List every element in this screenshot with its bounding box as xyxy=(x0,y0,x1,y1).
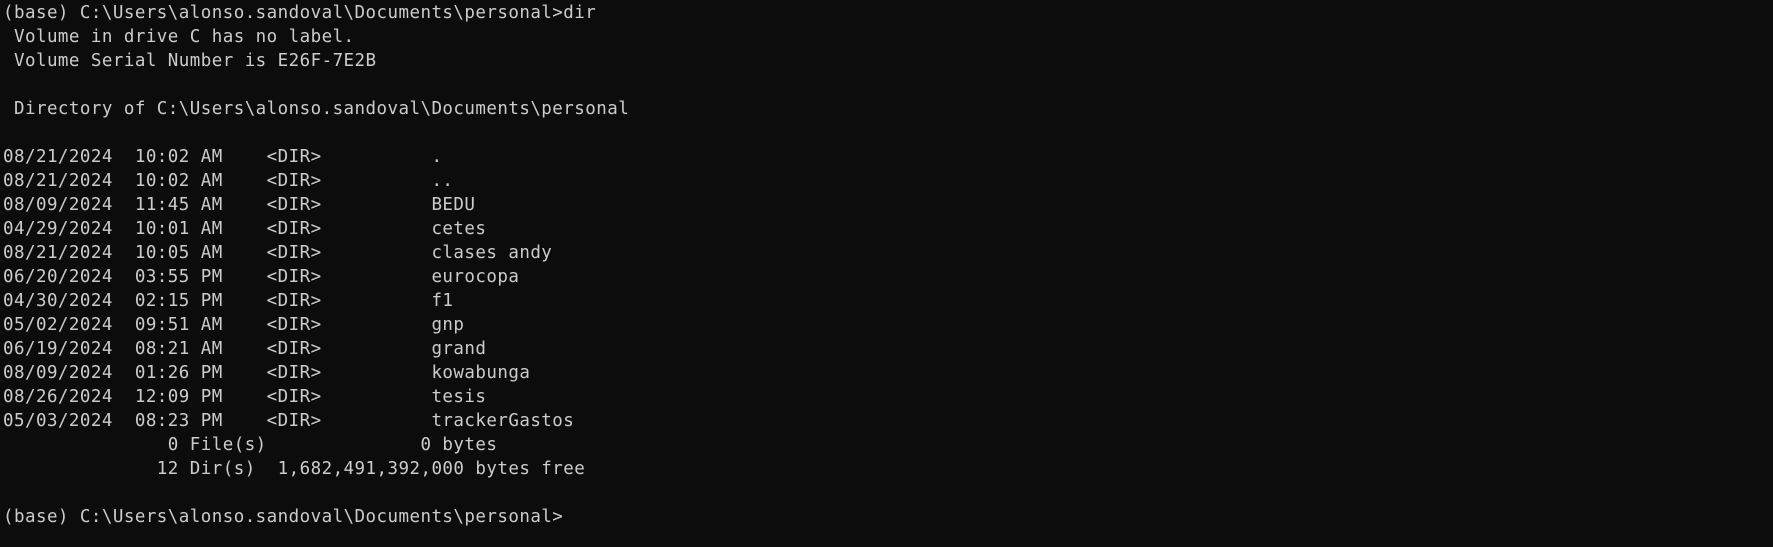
dir-entry-row: 08/21/2024 10:05 AM <DIR> clases andy xyxy=(3,243,553,263)
text-cursor xyxy=(563,506,573,526)
dir-entry-row: 08/09/2024 01:26 PM <DIR> kowabunga xyxy=(3,363,531,383)
dir-entry-row: 08/09/2024 11:45 AM <DIR> BEDU xyxy=(3,195,476,215)
dir-entry-row: 06/19/2024 08:21 AM <DIR> grand xyxy=(3,339,487,359)
prompt-text: (base) C:\Users\alonso.sandoval\Document… xyxy=(3,507,564,527)
dirs-summary-line: 12 Dir(s) 1,682,491,392,000 bytes free xyxy=(3,459,586,479)
dir-entry-row: 05/02/2024 09:51 AM <DIR> gnp xyxy=(3,315,465,335)
volume-serial-line: Volume Serial Number is E26F-7E2B xyxy=(3,51,377,71)
files-summary-line: 0 File(s) 0 bytes xyxy=(3,435,498,455)
dir-entry-row: 04/29/2024 10:01 AM <DIR> cetes xyxy=(3,219,487,239)
terminal-window[interactable]: (base) C:\Users\alonso.sandoval\Document… xyxy=(0,0,1773,547)
dir-entry-row: 08/26/2024 12:09 PM <DIR> tesis xyxy=(3,387,487,407)
dir-entry-row: 06/20/2024 03:55 PM <DIR> eurocopa xyxy=(3,267,520,287)
directory-of-line: Directory of C:\Users\alonso.sandoval\Do… xyxy=(3,99,630,119)
dir-entry-row: 08/21/2024 10:02 AM <DIR> .. xyxy=(3,171,454,191)
command-line: (base) C:\Users\alonso.sandoval\Document… xyxy=(3,3,597,23)
dir-entry-row: 04/30/2024 02:15 PM <DIR> f1 xyxy=(3,291,454,311)
prompt-line[interactable]: (base) C:\Users\alonso.sandoval\Document… xyxy=(3,505,1773,529)
volume-label-line: Volume in drive C has no label. xyxy=(3,27,355,47)
dir-entry-row: 08/21/2024 10:02 AM <DIR> . xyxy=(3,147,443,167)
dir-entry-row: 05/03/2024 08:23 PM <DIR> trackerGastos xyxy=(3,411,575,431)
